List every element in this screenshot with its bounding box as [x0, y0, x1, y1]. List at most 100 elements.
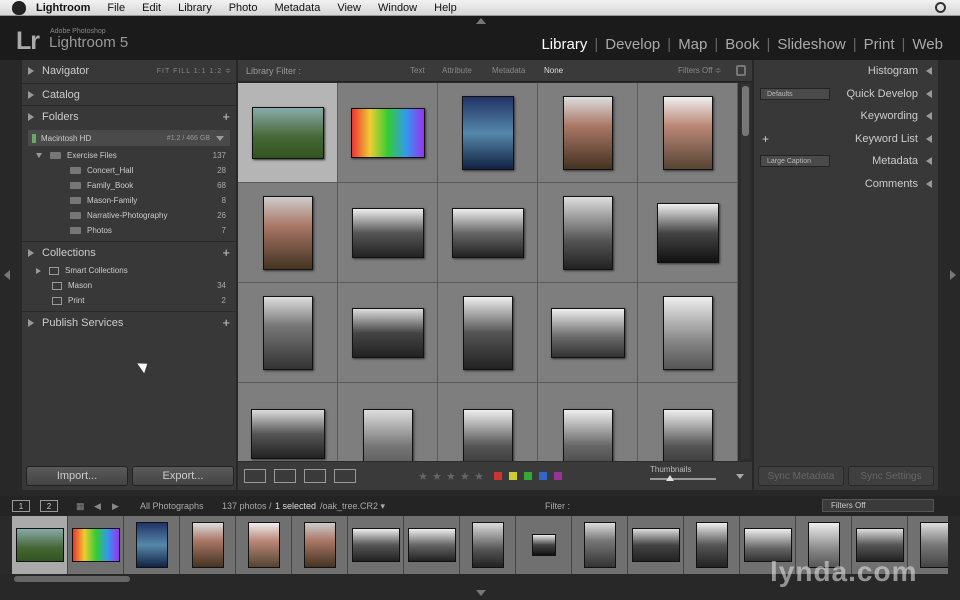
photo-thumbnail[interactable] [663, 96, 713, 170]
photo-thumbnail[interactable] [352, 208, 424, 258]
add-keyword-icon[interactable]: + [762, 132, 769, 146]
collapse-top-panel-arrow-icon[interactable] [476, 18, 486, 24]
grid-cell[interactable] [338, 183, 438, 283]
volume-dropdown-icon[interactable] [216, 135, 224, 141]
toolbar-options-dropdown-icon[interactable] [736, 474, 744, 479]
folder-row[interactable]: Narrative-Photography 26 [28, 208, 230, 223]
compare-view-icon[interactable] [304, 469, 326, 483]
photo-thumbnail[interactable] [452, 208, 524, 258]
filmstrip-thumbnail[interactable] [632, 528, 680, 562]
grid-cell[interactable] [438, 383, 538, 461]
menu-window[interactable]: Window [378, 2, 417, 14]
filmstrip-cell[interactable] [68, 516, 124, 574]
catalog-header[interactable]: Catalog [22, 83, 236, 105]
grid-scrollbar[interactable] [741, 84, 750, 459]
add-collection-icon[interactable]: + [222, 245, 230, 260]
filmstrip-cell[interactable] [572, 516, 628, 574]
menu-app[interactable]: Lightroom [36, 2, 90, 14]
photo-thumbnail[interactable] [462, 96, 514, 170]
keywording-header[interactable]: Keywording [754, 105, 938, 127]
module-develop[interactable]: Develop [598, 36, 667, 53]
filmstrip-thumbnail[interactable] [248, 522, 280, 568]
source-label[interactable]: All Photographs [140, 501, 204, 511]
menu-metadata[interactable]: Metadata [274, 2, 320, 14]
metadata-preset-select[interactable]: Large Caption [760, 155, 830, 167]
grid-cell[interactable] [238, 283, 338, 383]
grid-cell[interactable] [238, 183, 338, 283]
rating-star-icon[interactable]: ★ [474, 470, 484, 483]
photo-thumbnail[interactable] [663, 409, 713, 461]
slider-knob[interactable] [665, 475, 674, 481]
grid-cell[interactable] [538, 183, 638, 283]
photo-thumbnail[interactable] [563, 96, 613, 170]
photo-thumbnail[interactable] [563, 196, 613, 270]
filmstrip-thumbnail[interactable] [16, 528, 64, 562]
collapse-filmstrip-arrow-icon[interactable] [476, 590, 486, 596]
filmstrip-thumbnail[interactable] [472, 522, 504, 568]
metadata-header[interactable]: Large Caption Metadata [754, 150, 938, 172]
photo-thumbnail[interactable] [252, 107, 324, 159]
filmstrip-thumbnail[interactable] [920, 522, 948, 568]
disclosure-triangle-icon[interactable] [36, 267, 41, 274]
grid-cell[interactable] [638, 383, 738, 461]
grid-cell[interactable] [438, 83, 538, 183]
filmstrip-cell[interactable] [628, 516, 684, 574]
add-folder-icon[interactable]: + [222, 109, 230, 124]
grid-view-icon[interactable] [244, 469, 266, 483]
collapse-left-panel-arrow-icon[interactable] [4, 270, 10, 280]
purple-label-icon[interactable] [554, 472, 562, 480]
keyword-list-header[interactable]: + Keyword List [754, 128, 938, 150]
selected-filename[interactable]: /oak_tree.CR2 ▾ [320, 501, 385, 512]
apple-icon[interactable] [12, 0, 26, 15]
filmstrip-thumbnail[interactable] [72, 528, 120, 562]
filmstrip-thumbnail[interactable] [304, 522, 336, 568]
folder-row[interactable]: Mason-Family 8 [28, 193, 230, 208]
filmstrip-thumbnail[interactable] [408, 528, 456, 562]
photo-thumbnail[interactable] [563, 409, 613, 461]
photo-thumbnail[interactable] [251, 409, 325, 459]
import-button[interactable]: Import... [26, 466, 128, 486]
menu-help[interactable]: Help [434, 2, 457, 14]
module-library[interactable]: Library [534, 36, 594, 53]
photo-thumbnail[interactable] [351, 108, 425, 158]
loupe-view-icon[interactable] [274, 469, 296, 483]
filmstrip-cell[interactable] [516, 516, 572, 574]
filmstrip-thumbnail[interactable] [696, 522, 728, 568]
filter-none[interactable]: None [544, 66, 563, 75]
filter-text[interactable]: Text [410, 66, 425, 75]
scroll-thumb[interactable] [742, 86, 749, 136]
rating-star-icon[interactable]: ★ [418, 470, 428, 483]
collection-row[interactable]: Mason 34 [28, 278, 230, 293]
rating-star-icon[interactable]: ★ [446, 470, 456, 483]
saved-preset-select[interactable]: Defaults [760, 88, 830, 100]
grid-cell[interactable] [538, 283, 638, 383]
photo-thumbnail[interactable] [657, 203, 719, 263]
green-label-icon[interactable] [524, 472, 532, 480]
folder-row[interactable]: Family_Book 68 [28, 178, 230, 193]
grid-cell[interactable] [438, 183, 538, 283]
thumbnail-size-slider[interactable] [650, 475, 716, 481]
filter-attribute[interactable]: Attribute [442, 66, 472, 75]
comments-header[interactable]: Comments [754, 173, 938, 195]
photo-thumbnail[interactable] [263, 196, 313, 270]
filmstrip-cell[interactable] [236, 516, 292, 574]
sync-settings-button[interactable]: Sync Settings [848, 466, 934, 486]
collapse-right-panel-arrow-icon[interactable] [950, 270, 956, 280]
grid-view-icon[interactable]: ▦ [76, 501, 85, 512]
publish-services-header[interactable]: Publish Services + [22, 311, 236, 333]
sync-metadata-button[interactable]: Sync Metadata [758, 466, 844, 486]
folders-header[interactable]: Folders + [22, 105, 236, 127]
navigator-header[interactable]: Navigator FIT FILL 1:1 1:2 ≑ [22, 60, 236, 82]
filmstrip-cell[interactable] [124, 516, 180, 574]
menu-edit[interactable]: Edit [142, 2, 161, 14]
grid-cell[interactable] [638, 83, 738, 183]
red-label-icon[interactable] [494, 472, 502, 480]
module-map[interactable]: Map [671, 36, 714, 53]
grid-cell[interactable] [238, 383, 338, 461]
grid-cell[interactable] [638, 283, 738, 383]
filmstrip-thumbnail[interactable] [584, 522, 616, 568]
filmstrip-filter-select[interactable]: Filters Off [822, 499, 934, 512]
filmstrip-thumbnail[interactable] [532, 534, 556, 556]
quick-develop-header[interactable]: Defaults Quick Develop [754, 83, 938, 105]
filmstrip-cell-selected[interactable] [12, 516, 68, 574]
